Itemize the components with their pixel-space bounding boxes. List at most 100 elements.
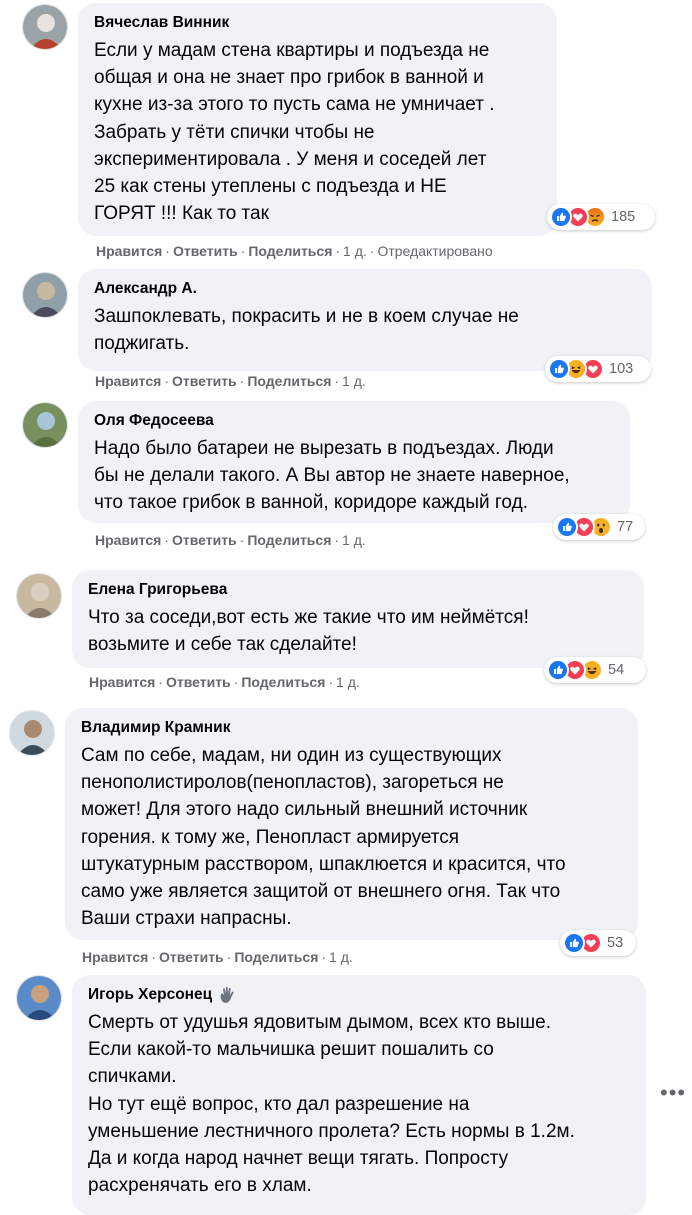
comment-text-line: спичками. [88, 1066, 177, 1088]
waving-hand-icon [218, 986, 238, 1004]
avatar[interactable] [9, 710, 55, 756]
comment-text: Сам по себе, мадам, ни один из существую… [81, 742, 622, 932]
avatar[interactable] [22, 272, 68, 318]
comment-text-line: уменьшение лестничного пролета? Есть нор… [88, 1120, 575, 1142]
author-name[interactable]: Александр А. [94, 279, 197, 299]
avatar[interactable] [22, 4, 68, 50]
author-name[interactable]: Владимир Крамник [81, 718, 230, 738]
reply-button[interactable]: Ответить [166, 674, 231, 690]
more-horizontal-icon[interactable]: ••• [660, 1082, 686, 1104]
comment-author[interactable]: Игорь Херсонец [88, 985, 630, 1005]
separator-dot: · [321, 949, 327, 965]
comment-text: Надо было батареи не вырезать в подъезда… [94, 435, 614, 517]
author-name[interactable]: Вячеслав Винник [94, 13, 229, 33]
share-button[interactable]: Поделиться [248, 243, 332, 259]
separator-dot: · [369, 243, 375, 259]
comment-text-line: кухне из-за этого то пусть сама не умнич… [94, 94, 495, 116]
comment-bubble: Елена Григорьева Что за соседи,вот есть ж… [72, 570, 644, 668]
like-button[interactable]: Нравится [95, 532, 161, 548]
separator-dot: · [334, 373, 340, 389]
reply-button[interactable]: Ответить [172, 532, 237, 548]
share-button[interactable]: Поделиться [234, 949, 318, 965]
like-button[interactable]: Нравится [89, 674, 155, 690]
like-button[interactable]: Нравится [96, 243, 162, 259]
comment-actions: Нравится · Ответить · Поделиться · 1 д. · Отреда… [96, 243, 493, 259]
separator-dot: · [233, 674, 239, 690]
comment-text-line: экспериментировала . У меня и соседей ле… [94, 148, 487, 170]
comment-text-line: штукатурным расствором, шпаклюется и кра… [81, 853, 566, 875]
comment-text-line: горения. к тому же, Пенопласт армируется [81, 826, 460, 848]
comment-time: 1 д. [342, 532, 366, 548]
separator-dot: · [328, 674, 334, 690]
like-button[interactable]: Нравится [82, 949, 148, 965]
comment-actions: Нравится · Ответить · Поделиться · 1 д. [95, 532, 366, 548]
like-icon [548, 358, 570, 380]
separator-dot: · [240, 243, 246, 259]
share-button[interactable]: Поделиться [241, 674, 325, 690]
comment-text-line: Сам по себе, мадам, ни один из существую… [81, 745, 502, 766]
comment-actions: Нравится · Ответить · Поделиться · 1 д. [95, 373, 366, 389]
reply-button[interactable]: Ответить [172, 373, 237, 389]
comment-text-line: ГОРЯТ !!! Как то так [94, 203, 269, 225]
reactions-summary[interactable]: 53 [560, 930, 636, 956]
comment-time: 1 д. [342, 373, 366, 389]
reply-button[interactable]: Ответить [159, 949, 224, 965]
comment-text: Что за соседи,вот есть же такие что им н… [88, 604, 628, 658]
reactions-summary[interactable]: 77 [553, 514, 645, 540]
comment-text-line: Что за соседи,вот есть же такие что им н… [88, 607, 529, 628]
separator-dot: · [158, 674, 163, 690]
comment-text-line: Если какой-то мальчишка решит пошалить с… [88, 1039, 494, 1061]
share-button[interactable]: Поделиться [247, 373, 331, 389]
comment-text: Если у мадам стена квартиры и подъезда н… [94, 37, 541, 227]
edited-label: Отредактировано [377, 243, 493, 259]
comment-author[interactable]: Елена Григорьева [88, 580, 628, 600]
comment-text-line: само уже является защитой от внешнего ог… [81, 881, 561, 903]
avatar[interactable] [22, 402, 68, 448]
author-name[interactable]: Оля Федосеева [94, 411, 214, 431]
comment-text-line: общая и она не знает про грибок в ванной… [94, 67, 484, 89]
reactions-summary[interactable]: 185 [547, 204, 655, 230]
reaction-count: 77 [617, 519, 634, 535]
author-name[interactable]: Елена Григорьева [88, 580, 227, 600]
comment-text-line: возьмите и себе так сделайте! [88, 634, 357, 656]
comment-author[interactable]: Вячеслав Винник [94, 13, 541, 33]
comment-text-line: Но тут ещё вопрос, кто дал разрешение на [88, 1093, 470, 1115]
reaction-count: 185 [611, 209, 636, 225]
comment-author[interactable]: Александр А. [94, 279, 636, 299]
comment-time: 1 д. [336, 674, 360, 690]
separator-dot: · [164, 532, 169, 548]
comment-text-line: Забрать у тёти спички чтобы не [94, 121, 375, 143]
separator-dot: · [239, 373, 245, 389]
reply-button[interactable]: Ответить [173, 243, 238, 259]
separator-dot: · [151, 949, 156, 965]
reaction-count: 103 [609, 361, 634, 377]
separator-dot: · [165, 243, 170, 259]
reactions-summary[interactable]: 103 [545, 356, 651, 382]
comment-bubble: Оля Федосеева Надо было батареи не выреза… [78, 401, 630, 523]
avatar[interactable] [16, 573, 62, 619]
reactions-summary[interactable]: 54 [544, 657, 646, 683]
comment-text-line: Ваши страхи напрасны. [81, 908, 292, 930]
comment-text-line: расхренячать его в хлам. [88, 1175, 312, 1197]
comment-text-line: Если у мадам стена квартиры и подъезда н… [94, 40, 490, 61]
separator-dot: · [226, 949, 232, 965]
comment-bubble: Игорь Херсонец Смерть от удушья ядовитым… [72, 975, 646, 1215]
like-button[interactable]: Нравится [95, 373, 161, 389]
comment-text-line: пенополистиролов(пенопластов), загоретьс… [81, 772, 504, 794]
comment-text: Смерть от удушья ядовитым дымом, всех кт… [88, 1009, 630, 1199]
separator-dot: · [335, 243, 341, 259]
avatar[interactable] [16, 975, 62, 1021]
comment-text: Зашпоклевать, покрасить и не в коем случ… [94, 303, 636, 357]
comment-text-line: Смерть от удушья ядовитым дымом, всех кт… [88, 1012, 552, 1033]
comment-bubble: Владимир Крамник Сам по себе, мадам, ни о… [65, 708, 638, 940]
reaction-count: 54 [608, 662, 625, 678]
separator-dot: · [334, 532, 340, 548]
comment-author[interactable]: Оля Федосеева [94, 411, 614, 431]
comment-text-line: бы не делали такого. А Вы автор не знает… [94, 465, 570, 487]
comment-time: 1 д. [343, 243, 367, 259]
share-button[interactable]: Поделиться [247, 532, 331, 548]
comment-author[interactable]: Владимир Крамник [81, 718, 622, 738]
comment-text-line: Зашпоклевать, покрасить и не в коем случ… [94, 306, 519, 327]
like-icon [547, 659, 569, 681]
author-name[interactable]: Игорь Херсонец [88, 985, 212, 1005]
